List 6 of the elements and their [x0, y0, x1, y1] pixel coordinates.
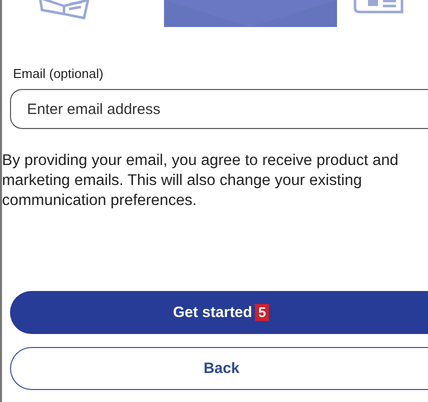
- step-badge: 5: [255, 304, 269, 321]
- consent-text: By providing your email, you agree to receive product and marketing emails. This will also change your existing communication preferences.: [2, 151, 400, 211]
- get-started-button[interactable]: Get started 5: [10, 291, 428, 334]
- email-field[interactable]: Enter email address: [10, 89, 428, 129]
- back-button[interactable]: Back: [10, 347, 428, 390]
- field-label: Email (optional): [13, 66, 104, 81]
